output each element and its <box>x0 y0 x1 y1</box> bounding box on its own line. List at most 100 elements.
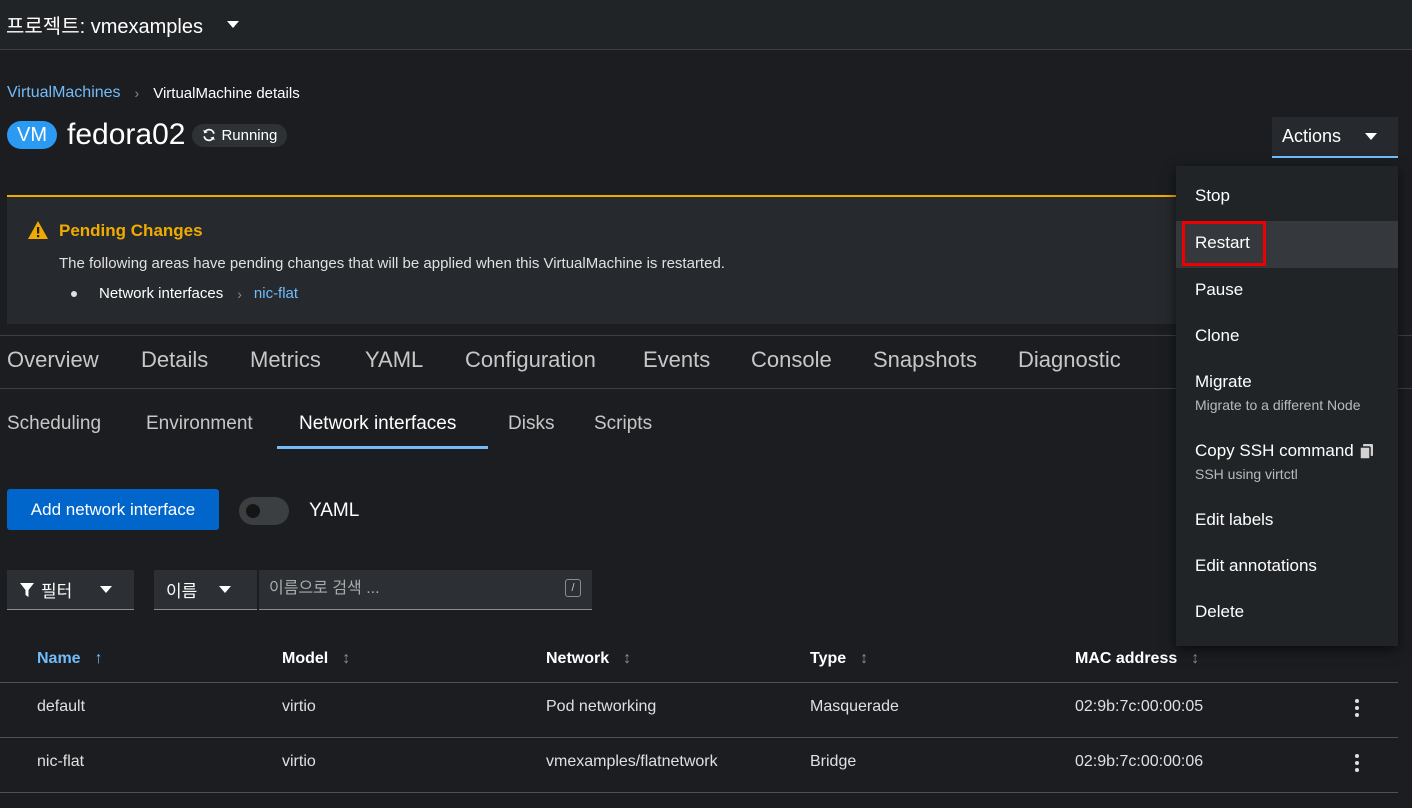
cell-network: vmexamples/flatnetwork <box>546 753 718 770</box>
tab-diagnostic[interactable]: Diagnostic <box>1018 347 1121 373</box>
alert-item-label: Network interfaces <box>99 285 224 302</box>
restart-highlight-box <box>1182 221 1266 266</box>
column-header-network[interactable]: Network ↕ <box>546 650 631 668</box>
sort-ascending-icon: ↑ <box>94 650 103 667</box>
sort-icon: ↕ <box>1191 650 1200 667</box>
table-row: default virtio Pod networking Masquerade… <box>0 683 1398 738</box>
cell-name: nic-flat <box>37 753 85 770</box>
menu-item-pause[interactable]: Pause <box>1176 280 1398 300</box>
yaml-toggle[interactable] <box>239 497 289 525</box>
yaml-toggle-label: YAML <box>309 500 360 521</box>
breadcrumb-link-virtualmachines[interactable]: VirtualMachines <box>7 84 121 102</box>
menu-item-delete[interactable]: Delete <box>1176 602 1398 622</box>
column-header-type[interactable]: Type ↕ <box>810 650 868 668</box>
sort-icon: ↕ <box>860 650 869 667</box>
menu-item-clone[interactable]: Clone <box>1176 326 1398 346</box>
menu-item-label: Stop <box>1195 186 1230 205</box>
tab-configuration[interactable]: Configuration <box>465 347 596 373</box>
menu-item-label: Pause <box>1195 280 1244 299</box>
chevron-right-icon: › <box>237 285 242 302</box>
tab-events[interactable]: Events <box>643 347 710 373</box>
table-header: Name ↑ Model ↕ Network ↕ Type ↕ MAC addr… <box>0 640 1398 683</box>
breadcrumb-current: VirtualMachine details <box>153 84 300 102</box>
subtab-network-interfaces[interactable]: Network interfaces <box>299 413 456 435</box>
sort-icon: ↕ <box>342 650 351 667</box>
subtab-scheduling[interactable]: Scheduling <box>7 413 101 435</box>
top-bar: 프로젝트: vmexamples <box>0 0 1412 50</box>
attribute-label: 이름 <box>166 582 198 601</box>
vm-badge: VM <box>7 121 57 149</box>
cell-type: Bridge <box>810 753 857 770</box>
filter-icon <box>20 582 34 597</box>
column-header-mac-address[interactable]: MAC address ↕ <box>1075 650 1199 668</box>
alert-list-item: Network interfaces › nic-flat <box>71 285 298 302</box>
column-header-model[interactable]: Model ↕ <box>282 650 350 668</box>
column-header-label: Model <box>282 650 329 667</box>
menu-item-migrate[interactable]: Migrate Migrate to a different Node <box>1176 372 1398 413</box>
subtab-disks[interactable]: Disks <box>508 413 554 435</box>
menu-item-description: Migrate to a different Node <box>1195 397 1361 413</box>
alert-title: Pending Changes <box>59 221 203 240</box>
cell-model: virtio <box>282 698 316 715</box>
alert-item-link-nic-flat[interactable]: nic-flat <box>254 285 298 302</box>
menu-item-label: Migrate <box>1195 372 1252 391</box>
project-label: 프로젝트: vmexamples <box>6 16 203 38</box>
cell-model: virtio <box>282 753 316 770</box>
attribute-select[interactable]: 이름 <box>154 570 257 610</box>
tab-snapshots[interactable]: Snapshots <box>873 347 977 373</box>
menu-item-label-row: Copy SSH command <box>1195 441 1398 461</box>
subtab-scripts[interactable]: Scripts <box>594 413 652 435</box>
cell-mac-address: 02:9b:7c:00:00:06 <box>1075 753 1204 770</box>
tab-metrics[interactable]: Metrics <box>250 347 321 373</box>
menu-item-copy-ssh-command[interactable]: Copy SSH command SSH using virtctl <box>1176 441 1398 482</box>
cell-name: default <box>37 698 86 715</box>
page-title: fedora02 <box>67 118 186 151</box>
cell-network: Pod networking <box>546 698 657 715</box>
column-header-label: Name <box>37 650 81 667</box>
shortcut-key-hint: / <box>565 579 581 597</box>
column-header-label: Type <box>810 650 847 667</box>
active-subtab-indicator <box>277 446 488 449</box>
project-selector[interactable]: 프로젝트: vmexamples <box>6 10 239 39</box>
actions-label: Actions <box>1282 126 1342 146</box>
column-header-label: Network <box>546 650 610 667</box>
tab-yaml[interactable]: YAML <box>365 347 423 373</box>
tab-details[interactable]: Details <box>141 347 208 373</box>
caret-down-icon <box>1365 133 1378 140</box>
filter-dropdown[interactable]: 필터 <box>7 570 134 610</box>
menu-item-label: Delete <box>1195 602 1245 621</box>
alert-description: The following areas have pending changes… <box>59 255 725 272</box>
subtab-environment[interactable]: Environment <box>146 413 253 435</box>
add-network-interface-button[interactable]: Add network interface <box>7 489 219 530</box>
column-header-name[interactable]: Name ↑ <box>37 650 103 668</box>
row-kebab-menu-icon[interactable] <box>1350 697 1364 719</box>
cell-type: Masquerade <box>810 698 899 715</box>
cell-mac-address: 02:9b:7c:00:00:05 <box>1075 698 1204 715</box>
status-badge: Running <box>192 123 288 147</box>
copy-icon <box>1358 443 1373 460</box>
filter-label: 필터 <box>41 582 73 601</box>
toggle-knob <box>246 504 260 518</box>
actions-dropdown-button[interactable]: Actions <box>1272 117 1398 158</box>
row-kebab-menu-icon[interactable] <box>1350 752 1364 774</box>
tab-console[interactable]: Console <box>751 347 832 373</box>
search-box: / <box>259 570 592 610</box>
page-title-row: VM fedora02 Running <box>7 118 288 152</box>
menu-item-stop[interactable]: Stop <box>1176 186 1398 206</box>
warning-icon <box>28 221 48 239</box>
sync-icon <box>203 128 216 142</box>
tab-overview[interactable]: Overview <box>7 347 99 373</box>
search-input[interactable] <box>259 570 549 608</box>
menu-item-edit-labels[interactable]: Edit labels <box>1176 510 1398 530</box>
menu-item-label: Edit labels <box>1195 510 1274 529</box>
status-text: Running <box>221 126 278 144</box>
column-header-label: MAC address <box>1075 650 1178 667</box>
caret-down-icon <box>226 21 239 28</box>
chevron-right-icon: › <box>134 85 140 101</box>
menu-item-label: Clone <box>1195 326 1240 345</box>
sort-icon: ↕ <box>623 650 632 667</box>
menu-item-label: Edit annotations <box>1195 556 1317 575</box>
breadcrumb: VirtualMachines › VirtualMachine details <box>7 84 300 102</box>
caret-down-icon <box>219 586 232 593</box>
menu-item-edit-annotations[interactable]: Edit annotations <box>1176 556 1398 576</box>
